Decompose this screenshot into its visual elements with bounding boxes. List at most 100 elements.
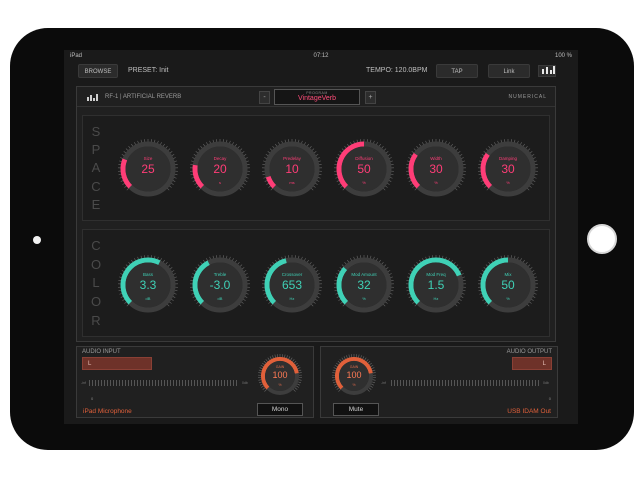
- knob-label: Bass: [142, 272, 153, 277]
- program-value: VintageVerb: [297, 95, 336, 102]
- plugin-header: RF-1 | ARTIFICIAL REVERB - PROGRAM Vinta…: [77, 87, 555, 107]
- knob-unit: %: [362, 180, 366, 185]
- input-gain-label: GAIN: [275, 365, 285, 369]
- space-knob-decay[interactable]: Decay 20 s: [189, 138, 251, 200]
- app-screen: iPad 07:12 100 % BROWSE PRESET: Init TEM…: [64, 50, 578, 424]
- color-title: C O L O R: [83, 230, 109, 336]
- knob-label: Decay: [213, 156, 227, 161]
- color-section: C O L O R Bass 3.3 dB Treble -3.0 dB Crossover…: [82, 229, 550, 337]
- knob-value: 653: [281, 278, 303, 292]
- knob-unit: %: [362, 296, 366, 301]
- knob-unit: Hz: [433, 296, 439, 301]
- front-camera: [33, 236, 41, 244]
- space-letter: P: [91, 142, 101, 158]
- knob-label: Size: [143, 156, 153, 161]
- knob-label: Width: [430, 156, 442, 161]
- space-knob-damping[interactable]: Damping 30%: [477, 138, 539, 200]
- tempo-label[interactable]: TEMPO: 120.0BPM: [366, 67, 427, 74]
- output-zero-label: 0: [548, 396, 551, 401]
- output-meter-min: -inf: [381, 381, 386, 385]
- color-knob-crossover[interactable]: Crossover 653 Hz: [261, 254, 323, 316]
- output-gain-label: GAIN: [349, 365, 359, 369]
- plugin-logo-icon: [87, 93, 99, 101]
- browse-button[interactable]: BROWSE: [78, 64, 118, 78]
- knob-value: 1.5: [427, 278, 445, 292]
- color-knob-mod-freq[interactable]: Mod Freq 1.5 Hz: [405, 254, 467, 316]
- knob-value: 32: [357, 278, 371, 292]
- top-toolbar: BROWSE PRESET: Init TEMPO: 120.0BPM TAP …: [64, 62, 578, 82]
- knob-unit: %: [506, 180, 510, 185]
- color-letter: O: [90, 256, 102, 272]
- input-gain-value: 100: [272, 370, 288, 380]
- plugin-name: RF-1 | ARTIFICIAL REVERB: [105, 94, 182, 100]
- mute-button[interactable]: Mute: [333, 403, 379, 416]
- color-knob-treble[interactable]: Treble -3.0 dB: [189, 254, 251, 316]
- input-gain-knob[interactable]: GAIN 100 %: [257, 353, 303, 399]
- knob-label: Diffusion: [355, 156, 373, 161]
- color-letter: C: [91, 237, 101, 253]
- space-knob-predelay[interactable]: Predelay 10 ms: [261, 138, 323, 200]
- knob-value: 30: [429, 162, 443, 176]
- battery-indicator: 100 %: [554, 53, 572, 59]
- knob-unit: Hz: [289, 296, 295, 301]
- input-meter-min: -inf: [81, 381, 86, 385]
- audio-input-panel: AUDIO INPUT L -inf 0db 0 iPad Microphone…: [76, 346, 314, 418]
- space-letter: A: [91, 160, 101, 176]
- knob-label: Damping: [498, 156, 517, 161]
- knob-unit: dB: [145, 296, 151, 301]
- space-letter: C: [91, 178, 101, 194]
- space-section: S P A C E Size 25 Decay 20 s Predelay 10 ms Diff…: [82, 115, 550, 221]
- reverb-plugin-panel: RF-1 | ARTIFICIAL REVERB - PROGRAM Vinta…: [76, 86, 556, 342]
- output-level-meter: [391, 378, 541, 388]
- knob-value: 25: [141, 162, 155, 176]
- input-channel-select[interactable]: L: [82, 357, 152, 370]
- output-gain-value: 100: [346, 370, 362, 380]
- color-knob-mod-amount[interactable]: Mod Amount 32%: [333, 254, 395, 316]
- knob-label: Predelay: [283, 156, 301, 161]
- tap-button[interactable]: TAP: [436, 64, 478, 78]
- knob-value: 20: [213, 162, 227, 176]
- output-meter-max: 0db: [543, 381, 549, 385]
- space-letter: S: [91, 123, 101, 139]
- preset-label[interactable]: PRESET: Init: [128, 67, 168, 74]
- color-knob-mix[interactable]: Mix 50%: [477, 254, 539, 316]
- mono-button[interactable]: Mono: [257, 403, 303, 416]
- knob-value: 3.3: [139, 278, 157, 292]
- space-letter: E: [91, 197, 101, 213]
- link-button[interactable]: Link: [488, 64, 530, 78]
- space-knob-width[interactable]: Width 30%: [405, 138, 467, 200]
- knob-unit: %: [506, 296, 510, 301]
- status-bar: iPad 07:12 100 %: [64, 50, 578, 62]
- output-channel-select[interactable]: L: [512, 357, 552, 370]
- knob-label: Mod Amount: [351, 272, 377, 277]
- program-prev-button[interactable]: -: [259, 91, 270, 104]
- display-mode-toggle[interactable]: NUMERICAL: [509, 94, 547, 100]
- space-knob-size[interactable]: Size 25: [117, 138, 179, 200]
- knob-label: Treble: [213, 272, 227, 277]
- knob-value: 10: [285, 162, 299, 176]
- knob-label: Mix: [504, 272, 512, 277]
- knob-value: 30: [501, 162, 515, 176]
- space-knob-diffusion[interactable]: Diffusion 50%: [333, 138, 395, 200]
- input-level-meter: [89, 378, 239, 388]
- input-gain-unit: %: [278, 383, 282, 387]
- output-gain-knob[interactable]: GAIN 100 %: [331, 353, 377, 399]
- knob-label: Crossover: [281, 272, 303, 277]
- program-selector[interactable]: PROGRAM VintageVerb: [274, 89, 360, 105]
- knob-value: 50: [357, 162, 371, 176]
- color-knob-bass[interactable]: Bass 3.3 dB: [117, 254, 179, 316]
- knob-label: Mod Freq: [426, 272, 446, 277]
- input-meter-max: 0db: [242, 381, 248, 385]
- input-device-name[interactable]: iPad Microphone: [83, 408, 132, 415]
- color-letter: R: [91, 313, 101, 329]
- app-logo-icon[interactable]: [538, 65, 556, 77]
- knob-unit: s: [219, 180, 221, 185]
- knob-unit: ms: [289, 180, 295, 185]
- audio-output-title: AUDIO OUTPUT: [506, 349, 552, 355]
- color-letter: L: [92, 275, 100, 291]
- home-button[interactable]: [587, 224, 617, 254]
- knob-unit: dB: [217, 296, 223, 301]
- output-device-name[interactable]: USB IDAM Out: [507, 408, 551, 415]
- color-letter: O: [90, 294, 102, 310]
- program-next-button[interactable]: +: [365, 91, 376, 104]
